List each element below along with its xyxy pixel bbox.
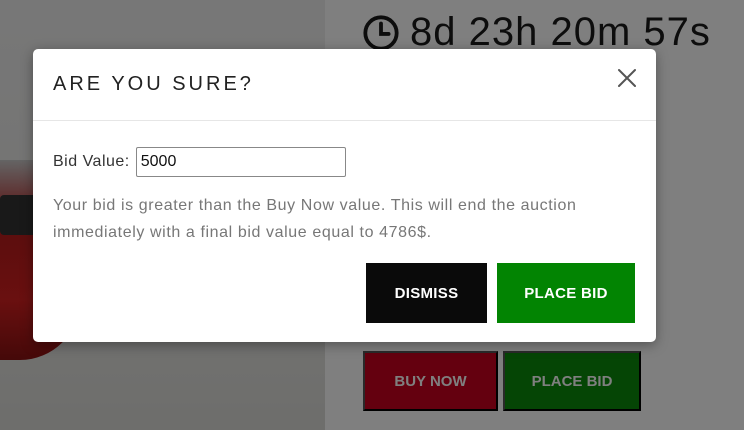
buy-now-warning: Your bid is greater than the Buy Now val… bbox=[53, 197, 577, 241]
bid-value-label: Bid Value: bbox=[53, 153, 130, 170]
close-icon[interactable] bbox=[616, 67, 638, 89]
bid-value-input[interactable] bbox=[135, 147, 346, 177]
place-bid-button[interactable]: PLACE BID bbox=[497, 263, 635, 323]
confirm-bid-modal: ARE YOU SURE? Bid Value: Your bid is gre… bbox=[33, 49, 656, 342]
dismiss-button[interactable]: DISMISS bbox=[366, 263, 487, 323]
bid-value-row: Bid Value: bbox=[53, 147, 346, 177]
modal-title: ARE YOU SURE? bbox=[53, 73, 254, 95]
modal-header: ARE YOU SURE? bbox=[33, 49, 656, 121]
